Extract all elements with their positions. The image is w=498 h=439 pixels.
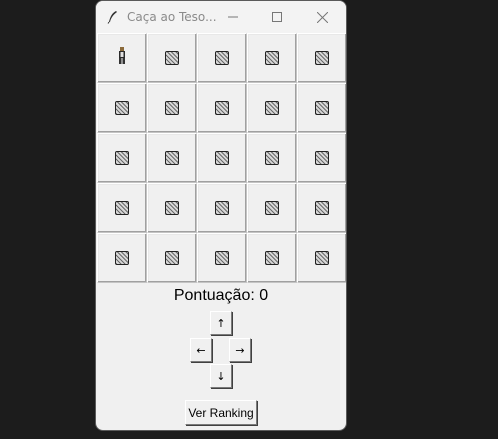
hatched-square-icon <box>215 101 229 115</box>
hatched-square-icon <box>315 101 329 115</box>
board-cell[interactable] <box>147 33 197 83</box>
view-ranking-button[interactable]: Ver Ranking <box>185 400 257 425</box>
hatched-square-icon <box>215 251 229 265</box>
board-cell[interactable] <box>297 233 346 283</box>
hatched-square-icon <box>115 101 129 115</box>
hatched-square-icon <box>315 251 329 265</box>
board-cell[interactable] <box>297 83 346 133</box>
minimize-icon <box>228 16 238 18</box>
board-cell[interactable] <box>297 183 346 233</box>
title-bar[interactable]: Caça ao Teso... <box>96 1 346 33</box>
board-cell[interactable] <box>97 133 147 183</box>
board-cell[interactable] <box>247 133 297 183</box>
board-cell[interactable] <box>97 83 147 133</box>
board-cell[interactable] <box>147 183 197 233</box>
hatched-square-icon <box>115 251 129 265</box>
move-right-button[interactable]: → <box>229 338 251 362</box>
game-board <box>97 33 346 283</box>
close-icon <box>316 11 328 23</box>
move-up-button[interactable]: ↑ <box>210 311 232 335</box>
hatched-square-icon <box>315 51 329 65</box>
minimize-button[interactable] <box>211 1 255 33</box>
board-cell[interactable] <box>147 83 197 133</box>
hatched-square-icon <box>165 151 179 165</box>
hatched-square-icon <box>265 151 279 165</box>
move-left-button[interactable]: ← <box>190 338 212 362</box>
hatched-square-icon <box>315 151 329 165</box>
hatched-square-icon <box>265 251 279 265</box>
board-cell[interactable] <box>247 83 297 133</box>
board-cell[interactable] <box>97 33 147 83</box>
board-cell[interactable] <box>297 33 346 83</box>
board-cell[interactable] <box>197 33 247 83</box>
board-cell[interactable] <box>197 233 247 283</box>
app-window: Caça ao Teso... Pontuação: 0 ↑ ← → ↓ Ver… <box>95 0 347 431</box>
hatched-square-icon <box>265 101 279 115</box>
board-cell[interactable] <box>97 233 147 283</box>
hatched-square-icon <box>265 201 279 215</box>
window-title: Caça ao Teso... <box>127 10 217 24</box>
board-cell[interactable] <box>147 233 197 283</box>
hatched-square-icon <box>115 151 129 165</box>
hatched-square-icon <box>165 101 179 115</box>
hatched-square-icon <box>165 251 179 265</box>
hatched-square-icon <box>315 201 329 215</box>
hatched-square-icon <box>115 201 129 215</box>
board-cell[interactable] <box>247 183 297 233</box>
move-down-button[interactable]: ↓ <box>210 364 232 388</box>
hatched-square-icon <box>265 51 279 65</box>
board-cell[interactable] <box>197 83 247 133</box>
board-cell[interactable] <box>197 133 247 183</box>
hatched-square-icon <box>165 51 179 65</box>
board-cell[interactable] <box>197 183 247 233</box>
score-label: Pontuação: 0 <box>173 287 269 304</box>
board-cell[interactable] <box>147 133 197 183</box>
hatched-square-icon <box>215 201 229 215</box>
hatched-square-icon <box>215 151 229 165</box>
hatched-square-icon <box>215 51 229 65</box>
board-cell[interactable] <box>97 183 147 233</box>
close-button[interactable] <box>300 1 344 33</box>
board-cell[interactable] <box>247 33 297 83</box>
maximize-icon <box>272 12 282 22</box>
hatched-square-icon <box>165 201 179 215</box>
feather-icon <box>106 10 120 24</box>
board-cell[interactable] <box>297 133 346 183</box>
maximize-button[interactable] <box>255 1 299 33</box>
player-figure-icon <box>117 46 127 70</box>
board-cell[interactable] <box>247 233 297 283</box>
